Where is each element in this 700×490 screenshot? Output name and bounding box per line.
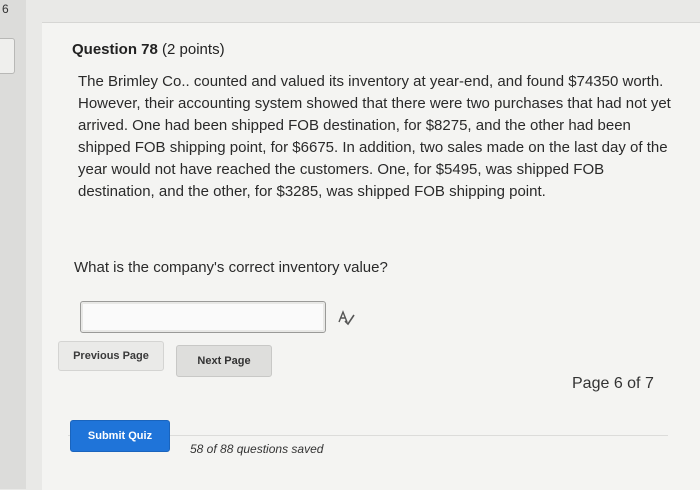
previous-page-button[interactable]: Previous Page [58, 341, 164, 371]
question-title: Question 78 (2 points) [72, 41, 225, 58]
sidebar-tab[interactable] [0, 38, 15, 74]
answer-input[interactable] [80, 301, 326, 333]
left-sidebar: 6 [0, 0, 26, 489]
question-body: The Brimley Co.. counted and valued its … [78, 73, 671, 200]
quiz-page: Question 78 (2 points) The Brimley Co.. … [42, 22, 700, 490]
submit-quiz-button[interactable]: Submit Quiz [70, 420, 170, 452]
next-page-button[interactable]: Next Page [176, 345, 272, 377]
page-indicator: Page 6 of 7 [572, 375, 654, 392]
question-prompt: What is the company's correct inventory … [74, 259, 388, 276]
question-points: (2 points) [162, 41, 225, 58]
question-label: Question 78 [72, 41, 158, 58]
sidebar-tab-number: 6 [2, 2, 9, 16]
spellcheck-icon[interactable] [336, 309, 356, 327]
saved-status: 58 of 88 questions saved [190, 442, 324, 456]
